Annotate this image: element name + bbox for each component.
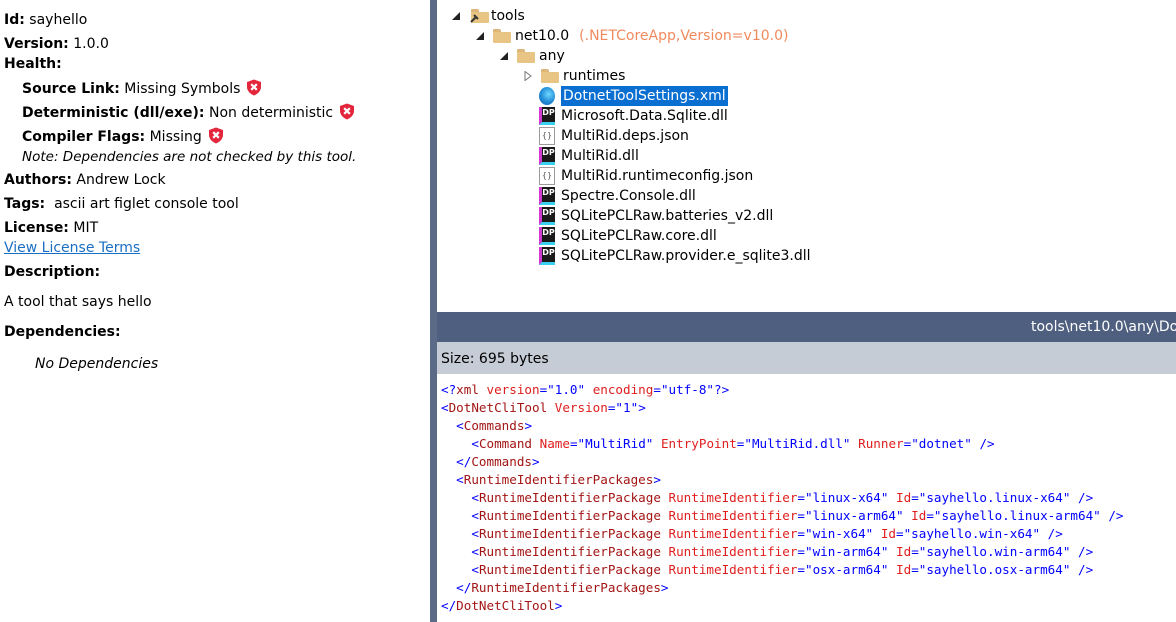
json-file-icon: {} bbox=[539, 167, 555, 185]
health-heading: Health: bbox=[4, 56, 62, 72]
tree-file-label: SQLitePCLRaw.batteries_v2.dll bbox=[561, 208, 774, 224]
version-value: 1.0.0 bbox=[73, 36, 109, 52]
code-line: <RuntimeIdentifierPackage RuntimeIdentif… bbox=[471, 562, 1094, 577]
tree-node-tools[interactable]: tools bbox=[451, 6, 525, 26]
folder-icon bbox=[541, 69, 559, 83]
vertical-splitter[interactable] bbox=[430, 0, 437, 622]
dll-file-icon: DP bbox=[539, 247, 555, 265]
tree-file-label: SQLitePCLRaw.provider.e_sqlite3.dll bbox=[561, 248, 811, 264]
source-link-row: Source Link: Missing Symbols bbox=[22, 79, 262, 98]
id-row: Id: sayhello bbox=[4, 11, 87, 29]
tree-file-item[interactable]: DotnetToolSettings.xml bbox=[539, 86, 728, 106]
code-line: </Commands> bbox=[456, 454, 540, 469]
xml-content-viewer[interactable]: <?xml version="1.0" encoding="utf-8"?> <… bbox=[437, 374, 1176, 622]
tree-file-label: MultiRid.runtimeconfig.json bbox=[561, 168, 754, 184]
tree-file-label: Spectre.Console.dll bbox=[561, 188, 696, 204]
xml-file-icon bbox=[539, 87, 555, 105]
tree-file-item[interactable]: DP SQLitePCLRaw.core.dll bbox=[539, 226, 717, 246]
dependencies-heading: Dependencies: bbox=[4, 324, 121, 340]
code-line: <?xml version="1.0" encoding="utf-8"?> bbox=[441, 382, 730, 397]
tree-label-any: any bbox=[539, 48, 565, 64]
tree-file-item[interactable]: {} MultiRid.runtimeconfig.json bbox=[539, 166, 753, 186]
tree-file-label: SQLitePCLRaw.core.dll bbox=[561, 228, 717, 244]
expand-arrow-icon[interactable] bbox=[523, 71, 533, 81]
tree-file-item[interactable]: DP SQLitePCLRaw.provider.e_sqlite3.dll bbox=[539, 246, 811, 266]
tags-row: Tags: ascii art figlet console tool bbox=[4, 196, 239, 212]
file-size-text: Size: 695 bytes bbox=[441, 351, 549, 367]
tree-file-label: MultiRid.dll bbox=[561, 148, 639, 164]
no-dependencies-text: No Dependencies bbox=[35, 356, 159, 372]
view-license-terms-link[interactable]: View License Terms bbox=[4, 240, 140, 256]
dll-file-icon: DP bbox=[539, 187, 555, 205]
dll-file-icon: DP bbox=[539, 227, 555, 245]
dll-file-icon: DP bbox=[539, 207, 555, 225]
code-line: <RuntimeIdentifierPackage RuntimeIdentif… bbox=[471, 490, 1094, 505]
license-terms-row: View License Terms bbox=[4, 239, 140, 257]
code-line: <RuntimeIdentifierPackages> bbox=[456, 472, 661, 487]
tree-label-framework: net10.0 bbox=[515, 28, 570, 44]
compiler-flags-row: Compiler Flags: Missing bbox=[22, 127, 224, 146]
collapse-arrow-icon[interactable] bbox=[499, 51, 509, 61]
code-line: </DotNetCliTool> bbox=[441, 598, 563, 613]
dependencies-note: Note: Dependencies are not checked by th… bbox=[22, 149, 357, 165]
tree-node-any[interactable]: any bbox=[499, 46, 565, 66]
tree-file-label: DotnetToolSettings.xml bbox=[561, 86, 728, 106]
code-line: <RuntimeIdentifierPackage RuntimeIdentif… bbox=[471, 508, 1124, 523]
tree-node-framework[interactable]: net10.0 (.NETCoreApp,Version=v10.0) bbox=[475, 26, 788, 46]
description-heading: Description: bbox=[4, 264, 101, 280]
tree-file-label: MultiRid.deps.json bbox=[561, 128, 689, 144]
folder-icon bbox=[517, 49, 535, 63]
tree-file-item[interactable]: {} MultiRid.deps.json bbox=[539, 126, 689, 146]
json-file-icon: {} bbox=[539, 127, 555, 145]
file-size-bar: Size: 695 bytes bbox=[437, 342, 1176, 374]
dll-file-icon: DP bbox=[539, 147, 555, 165]
deterministic-row: Deterministic (dll/exe): Non determinist… bbox=[22, 103, 355, 122]
folder-icon bbox=[493, 29, 511, 43]
code-line: <RuntimeIdentifierPackage RuntimeIdentif… bbox=[471, 526, 1063, 541]
shield-error-icon bbox=[208, 127, 223, 144]
dll-file-icon: DP bbox=[539, 107, 555, 125]
collapse-arrow-icon[interactable] bbox=[451, 11, 461, 21]
license-row: License: MIT bbox=[4, 220, 99, 236]
tool-folder-icon bbox=[469, 7, 489, 25]
tree-node-runtimes[interactable]: runtimes bbox=[523, 66, 625, 86]
tree-file-item[interactable]: DP MultiRid.dll bbox=[539, 146, 639, 166]
file-path-text: tools\net10.0\any\Dot bbox=[1031, 319, 1176, 335]
tree-file-item[interactable]: DP SQLitePCLRaw.batteries_v2.dll bbox=[539, 206, 773, 226]
version-row: Version: 1.0.0 bbox=[4, 35, 109, 53]
version-label: Version: bbox=[4, 36, 69, 52]
package-details-panel: Id: sayhello Version: 1.0.0 Health: Sour… bbox=[0, 0, 430, 622]
tree-label-runtimes: runtimes bbox=[563, 68, 626, 84]
code-line: <RuntimeIdentifierPackage RuntimeIdentif… bbox=[471, 544, 1094, 559]
file-path-header: tools\net10.0\any\Dot bbox=[437, 312, 1176, 342]
id-value: sayhello bbox=[29, 12, 88, 28]
description-text: A tool that says hello bbox=[4, 294, 152, 310]
shield-error-icon bbox=[247, 79, 262, 96]
tree-file-item[interactable]: DP Spectre.Console.dll bbox=[539, 186, 696, 206]
collapse-arrow-icon[interactable] bbox=[475, 31, 485, 41]
tree-file-item[interactable]: DP Microsoft.Data.Sqlite.dll bbox=[539, 106, 728, 126]
tree-file-label: Microsoft.Data.Sqlite.dll bbox=[561, 108, 728, 124]
shield-error-icon bbox=[340, 103, 355, 120]
authors-row: Authors: Andrew Lock bbox=[4, 172, 166, 188]
code-line: <DotNetCliTool Version="1"> bbox=[441, 400, 646, 415]
framework-detail: (.NETCoreApp,Version=v10.0) bbox=[579, 28, 789, 44]
tree-label-tools: tools bbox=[491, 8, 525, 24]
package-contents-tree: tools net10.0 (.NETCoreApp,Version=v10.0… bbox=[437, 0, 1176, 302]
id-label: Id: bbox=[4, 12, 25, 28]
code-line: </RuntimeIdentifierPackages> bbox=[456, 580, 669, 595]
code-line: <Command Name="MultiRid" EntryPoint="Mul… bbox=[471, 436, 995, 451]
code-line: <Commands> bbox=[456, 418, 533, 433]
